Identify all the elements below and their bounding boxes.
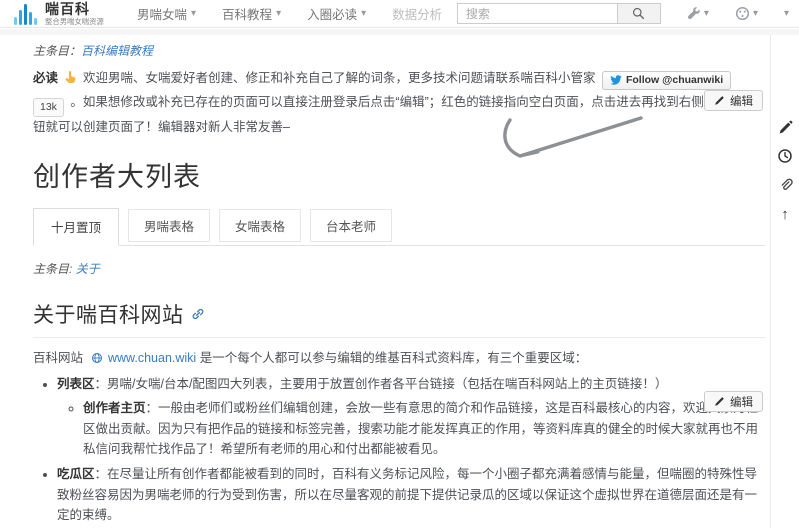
list-item: 吃瓜区：在尽量让所有创作者都能被看到的同时，百科有义务标记风险，每一个小圈子都充… [57, 464, 765, 526]
tab-october-pinned[interactable]: 十月置顶 [33, 208, 119, 246]
edit-button-label: 编辑 [730, 93, 753, 109]
nav-menu-male-female[interactable]: 男喘女喘 ▾ [137, 4, 196, 23]
must-read-label: 必读 [33, 71, 58, 85]
appearance-menu[interactable]: ▾ [735, 6, 758, 21]
bullet-text: ：男喘/女喘/台本/配图四大列表，主要用于放置创作者各平台链接（包括在喘百科网站… [95, 377, 668, 391]
site-intro-suffix: 是一个每个人都可以参与编辑的维基百科式资料库，有三个重要区域： [200, 351, 588, 365]
edit-button-label: 编辑 [730, 394, 753, 410]
edit-page-button[interactable] [776, 118, 794, 136]
user-menu[interactable]: ▾ [784, 9, 789, 19]
pointing-hand-icon [64, 70, 78, 92]
palette-icon [735, 6, 750, 21]
search-box [457, 3, 661, 24]
nav-menu-label: 百科教程 [222, 4, 272, 23]
caret-down-icon: ▾ [191, 9, 196, 19]
search-input[interactable] [457, 3, 617, 24]
nav-menu-label: 入圈必读 [307, 4, 357, 23]
pencil-icon [778, 120, 793, 135]
site-link[interactable]: www.chuan.wiki [108, 351, 196, 365]
hatnote-prefix: 主条目： [33, 44, 81, 58]
site-areas-list: 列表区：男喘/女喘/台本/配图四大列表，主要用于放置创作者各平台链接（包括在喘百… [33, 374, 765, 528]
list-item: 列表区：男喘/女喘/台本/配图四大列表，主要用于放置创作者各平台链接（包括在喘百… [57, 374, 765, 460]
search-icon [632, 7, 645, 20]
tab-female-table[interactable]: 女喘表格 [219, 209, 301, 242]
bullet-label: 吃瓜区 [57, 467, 95, 481]
hatnote-main-article: 主条目：百科编辑教程 [33, 42, 765, 59]
nav-menu-must-read[interactable]: 入圈必读 ▾ [307, 4, 366, 23]
section-about-site-body: 百科网站 www.chuan.wiki 是一个每个人都可以参与编辑的维基百科式资… [33, 348, 765, 528]
caret-down-icon: ▾ [704, 9, 709, 19]
section-heading-about-site: 关于喘百科网站 [33, 299, 765, 338]
tab-bar: 十月置顶 男喘表格 女喘表格 台本老师 [33, 208, 765, 246]
scroll-to-top-button[interactable]: ↑ [776, 205, 794, 223]
up-arrow-icon: ↑ [781, 206, 789, 223]
hatnote-link-about[interactable]: 关于 [76, 262, 100, 276]
site-intro-prefix: 百科网站 [33, 351, 83, 365]
history-clock-icon [777, 148, 793, 164]
tab-script-teachers[interactable]: 台本老师 [310, 209, 392, 242]
page-tools-rail: ↑ [772, 118, 798, 223]
section-link-icon[interactable] [191, 307, 205, 321]
wiki-page: 喘百科 整合男喘女喘资源 男喘女喘 ▾ 百科教程 ▾ 入圈必读 ▾ 数据分析 [0, 0, 799, 528]
pencil-icon [714, 95, 725, 106]
hatnote-prefix: 主条目: [33, 262, 72, 276]
section-edit-button[interactable]: 编辑 [704, 90, 763, 111]
nav-menus: 男喘女喘 ▾ 百科教程 ▾ 入圈必读 ▾ 数据分析 [137, 4, 442, 23]
caret-down-icon: ▾ [276, 9, 281, 19]
intro-tail-text: 。如果想修改或补充已存在的页面可以直接注册登录后点击“编辑”；红色的链接指向空白… [33, 95, 754, 134]
brand-subtitle: 整合男喘女喘资源 [45, 18, 104, 25]
navbar-right: ▾ ▾ ▾ [457, 3, 789, 24]
waveform-logo-icon [12, 3, 38, 25]
caret-down-icon: ▾ [361, 9, 366, 19]
caret-down-icon: ▾ [784, 9, 789, 19]
external-site-icon [91, 352, 103, 364]
hatnote-link-editing-tutorial[interactable]: 百科编辑教程 [81, 44, 153, 58]
list-item: 创作者主页：一般由老师们或粉丝们编辑创建，会放一些有意思的简介和作品链接，这是百… [83, 398, 765, 460]
top-navbar: 喘百科 整合男喘女喘资源 男喘女喘 ▾ 百科教程 ▾ 入圈必读 ▾ 数据分析 [0, 0, 799, 28]
intro-paragraph: 必读 欢迎男喘、女喘爱好者创建、修正和补充自己了解的词条，更多技术问题请联系喘百… [33, 68, 765, 139]
content-right-divider [770, 35, 771, 528]
search-button[interactable] [617, 3, 661, 24]
paperclip-icon [778, 178, 793, 193]
pencil-icon [714, 396, 725, 407]
sub-list: 创作者主页：一般由老师们或粉丝们编辑创建，会放一些有意思的简介和作品链接，这是百… [57, 398, 765, 460]
intro-lead-text: 欢迎男喘、女喘爱好者创建、修正和补充自己了解的词条，更多技术问题请联系喘百科小管… [83, 71, 596, 85]
twitter-follower-count[interactable]: 13k [33, 98, 64, 117]
nav-menu-data-analysis[interactable]: 数据分析 [392, 4, 442, 23]
nav-menu-label: 男喘女喘 [137, 4, 187, 23]
page-title: 创作者大列表 [33, 155, 765, 194]
brand-title: 喘百科 [45, 2, 109, 16]
caret-down-icon: ▾ [753, 9, 758, 19]
section-edit-button[interactable]: 编辑 [704, 391, 763, 412]
twitter-follow-button[interactable]: Follow @chuanwiki [602, 71, 731, 90]
twitter-follow-label: Follow @chuanwiki [626, 71, 723, 89]
bullet-text: ：在尽量让所有创作者都能被看到的同时，百科有义务标记风险，每一个小圈子都充满着感… [57, 467, 757, 522]
brand-home-link[interactable]: 喘百科 整合男喘女喘资源 [12, 2, 109, 26]
tab-male-table[interactable]: 男喘表格 [128, 209, 210, 242]
wrench-icon [687, 7, 701, 21]
twitter-bird-icon [610, 74, 622, 86]
nav-menu-label: 数据分析 [392, 4, 442, 23]
section-heading-text: 关于喘百科网站 [33, 299, 184, 329]
bullet-text: ：一般由老师们或粉丝们编辑创建，会放一些有意思的简介和作品链接，这是百科最核心的… [83, 401, 758, 456]
hatnote-about: 主条目: 关于 [33, 260, 765, 277]
bullet-label: 列表区 [57, 377, 95, 391]
history-button[interactable] [776, 147, 794, 165]
permalink-button[interactable] [776, 176, 794, 194]
nav-menu-tutorials[interactable]: 百科教程 ▾ [222, 4, 281, 23]
tools-menu[interactable]: ▾ [687, 7, 709, 21]
article-content: 主条目：百科编辑教程 必读 欢迎男喘、女喘爱好者创建、修正和补充自己了解的词条，… [33, 35, 765, 528]
bullet-label: 创作者主页 [83, 401, 146, 415]
